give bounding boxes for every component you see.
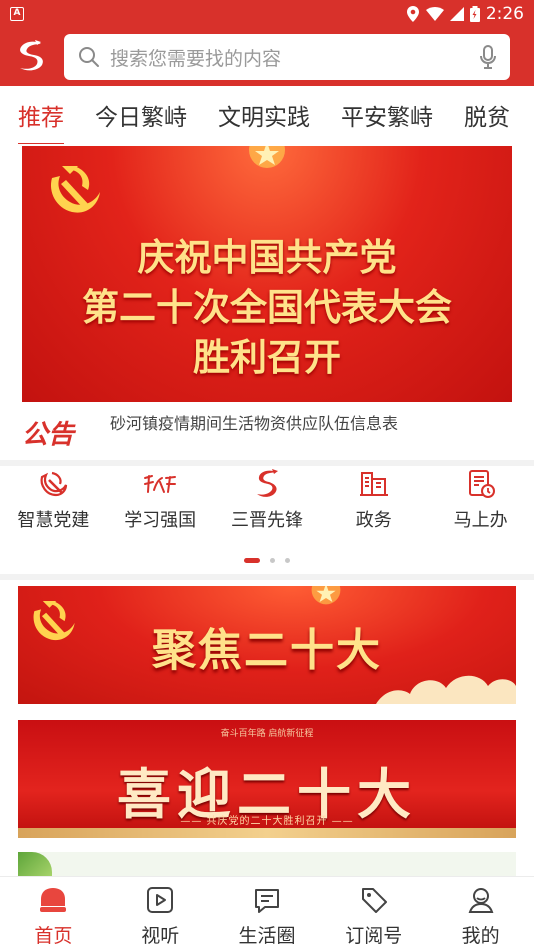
nav-me-label: 我的 [461,925,500,947]
banner-bottom-strip [18,828,516,838]
nav-home-label: 首页 [34,925,73,947]
notice-text[interactable]: 砂河镇疫情期间生活物资供应队伍信息表 [110,410,398,434]
home-icon [40,888,67,912]
signal-icon [449,7,464,21]
hero-banner[interactable]: 庆祝中国共产党 第二十次全国代表大会 胜利召开 [22,146,512,402]
tab-civilization-practice[interactable]: 文明实践 [218,98,310,132]
welcome-banner-subtitle: —— 共庆党的二十大胜利召开 —— [180,816,354,827]
national-emblem-icon [311,586,341,605]
search-icon [79,47,99,67]
app-notification-icon: A [10,7,24,21]
party-flag-icon [40,471,68,497]
tab-safe-fanshi[interactable]: 平安繁峙 [341,98,433,132]
quick-links-pager [0,558,534,563]
quick-link-label: 三晋先锋 [230,510,303,531]
tab-today-fanshi[interactable]: 今日繁峙 [95,98,187,132]
app-logo-icon [20,40,43,71]
quick-link-label: 学习强国 [124,510,197,531]
party-emblem-icon [50,166,100,213]
section-divider [0,574,534,580]
pager-dot-active[interactable] [244,558,260,563]
quick-link-government[interactable]: 政务 [320,466,427,542]
wifi-icon [425,7,444,21]
welcome-banner-tagline: 奋斗百年路 启航新征程 [220,729,314,739]
tab-poverty[interactable]: 脱贫 [464,98,510,132]
clock-document-icon [468,470,495,498]
xuexi-icon [144,475,177,493]
quick-link-label: 政务 [355,510,392,531]
welcome-banner-card[interactable]: 奋斗百年路 启航新征程 喜迎二十大 —— 共庆党的二十大胜利召开 —— [18,720,516,838]
tag-icon [361,888,387,913]
bottom-navigation: 首页 视听 生活圈 订阅号 我的 [0,876,534,950]
cloud-decoration [376,675,516,704]
app-bar: 搜索您需要找的内容 [0,28,534,86]
nav-me[interactable]: 我的 [427,877,534,950]
quick-link-xuexi[interactable]: 学习强国 [107,466,214,542]
pager-dot[interactable] [285,558,290,563]
notice-logo: 公告 [22,419,75,450]
nav-home[interactable]: 首页 [0,877,107,950]
pager-dot[interactable] [270,558,275,563]
sanjin-icon [256,469,278,497]
battery-icon [469,6,480,22]
chat-icon [254,889,279,913]
government-building-icon [359,472,388,496]
nav-audio-video-label: 视听 [141,925,180,947]
nav-life-circle-label: 生活圈 [238,925,296,947]
quick-link-do-now[interactable]: 马上办 [427,466,534,542]
nav-audio-video[interactable]: 视听 [107,877,214,950]
nav-subscriptions[interactable]: 订阅号 [320,877,427,950]
search-bar[interactable]: 搜索您需要找的内容 [64,34,510,80]
status-bar: A 2:26 [0,0,534,28]
nav-subscriptions-label: 订阅号 [345,925,403,947]
category-tabs: 推荐 今日繁峙 文明实践 平安繁峙 脱贫 [0,86,534,144]
location-icon [406,6,419,22]
partial-banner-card[interactable] [18,852,516,878]
nav-life-circle[interactable]: 生活圈 [214,877,321,950]
quick-links: 智慧党建 学习强国 三晋先锋 政务 马上办 [0,466,534,542]
app-logo[interactable] [10,37,50,77]
quick-link-smart-party[interactable]: 智慧党建 [0,466,107,542]
play-icon [147,887,174,913]
quick-link-label: 智慧党建 [17,510,90,531]
search-input[interactable]: 搜索您需要找的内容 [110,44,480,71]
quick-link-label: 马上办 [453,510,508,531]
leaf-decoration [18,852,52,878]
banner-title: 庆祝中国共产党 第二十次全国代表大会 胜利召开 [82,235,452,379]
quick-link-sanjin[interactable]: 三晋先锋 [214,466,321,542]
user-icon [468,888,493,913]
national-emblem-icon [249,146,285,168]
microphone-icon[interactable] [480,45,496,69]
tab-recommended[interactable]: 推荐 [18,98,64,144]
notice-bar[interactable]: 公告 砂河镇疫情期间生活物资供应队伍信息表 [0,404,534,460]
focus-banner-card[interactable]: 聚焦二十大 [18,586,516,704]
status-time: 2:26 [485,4,524,24]
